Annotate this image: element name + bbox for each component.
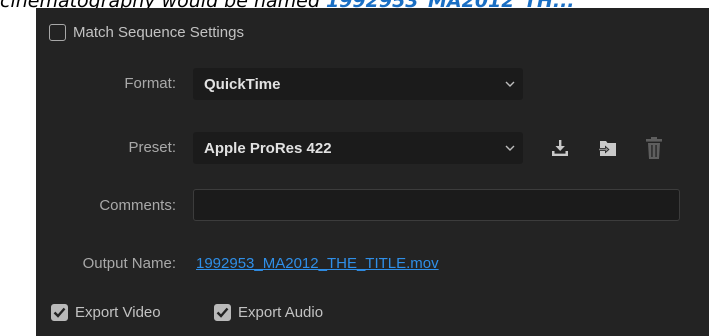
export-video-label: Export Video [75, 303, 161, 321]
output-name-label: Output Name: [82, 255, 176, 272]
comments-label: Comments: [99, 197, 176, 214]
chevron-down-icon [497, 81, 523, 87]
checkmark-icon [53, 307, 66, 318]
checkmark-icon [216, 307, 229, 318]
import-preset-icon[interactable] [596, 136, 620, 160]
format-label: Format: [124, 75, 176, 92]
export-audio-label: Export Audio [238, 303, 324, 321]
export-settings-panel: Match Sequence Settings Format: QuickTim… [36, 8, 709, 336]
match-sequence-label: Match Sequence Settings [73, 23, 244, 41]
format-dropdown[interactable]: QuickTime [193, 68, 523, 100]
checkbox-box[interactable] [49, 23, 66, 41]
preset-value: Apple ProRes 422 [204, 139, 332, 157]
save-preset-icon[interactable] [549, 136, 571, 160]
checkbox-box[interactable] [51, 303, 68, 321]
preset-dropdown[interactable]: Apple ProRes 422 [193, 132, 523, 164]
export-audio-checkbox[interactable]: Export Audio [214, 302, 323, 322]
comments-field[interactable] [193, 189, 680, 221]
preset-label: Preset: [128, 139, 176, 156]
format-value: QuickTime [204, 75, 281, 93]
output-name-link[interactable]: 1992953_MA2012_THE_TITLE.mov [196, 254, 439, 274]
match-sequence-checkbox[interactable]: Match Sequence Settings [49, 22, 244, 42]
delete-preset-icon[interactable] [643, 135, 665, 161]
export-video-checkbox[interactable]: Export Video [51, 302, 161, 322]
chevron-down-icon [497, 145, 523, 151]
checkbox-box[interactable] [214, 303, 231, 321]
